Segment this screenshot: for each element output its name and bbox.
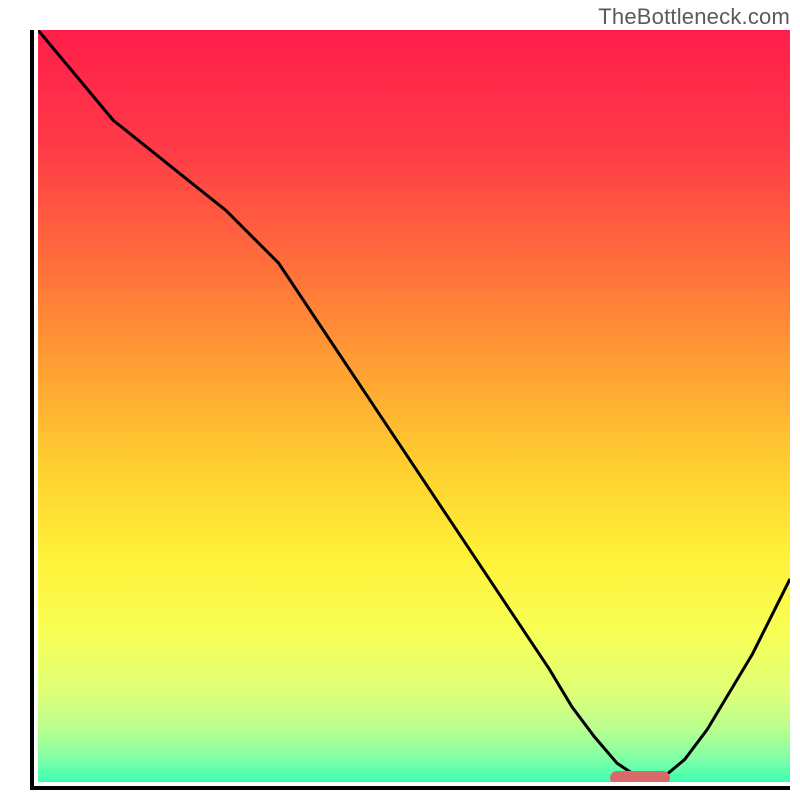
plot-area [38, 30, 790, 782]
watermark-text: TheBottleneck.com [598, 4, 790, 30]
highlight-marker [610, 771, 670, 782]
plot-frame [30, 30, 790, 790]
chart-container: TheBottleneck.com [0, 0, 800, 800]
curve-line [38, 30, 790, 782]
